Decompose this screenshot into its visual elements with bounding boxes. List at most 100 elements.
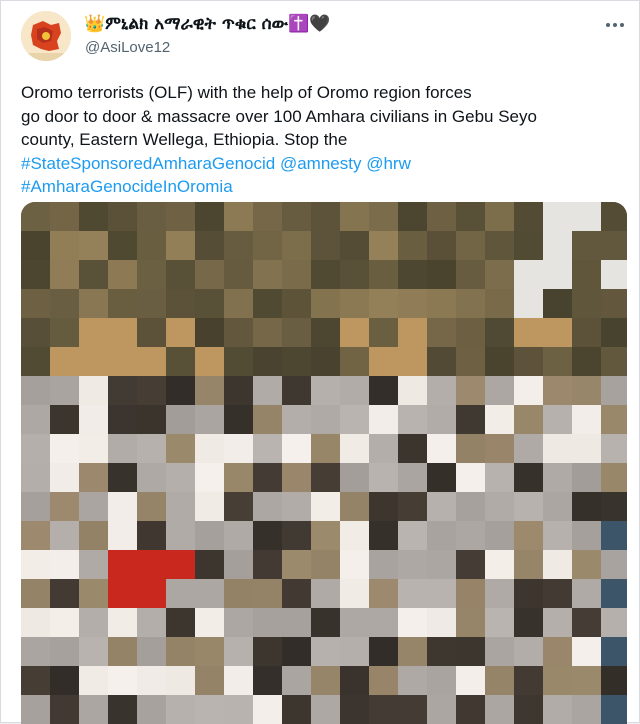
mosaic-cell xyxy=(543,695,572,724)
mosaic-cell xyxy=(166,521,195,550)
mosaic-cell xyxy=(224,550,253,579)
mosaic-cell xyxy=(50,608,79,637)
more-options-button[interactable] xyxy=(603,15,627,35)
mosaic-cell xyxy=(224,521,253,550)
mosaic-cell xyxy=(514,521,543,550)
mention-link[interactable]: @hrw xyxy=(366,154,411,173)
mosaic-cell xyxy=(398,202,427,231)
mosaic-cell xyxy=(50,376,79,405)
mosaic-cell xyxy=(253,202,282,231)
mosaic-cell xyxy=(311,608,340,637)
mosaic-cell xyxy=(79,463,108,492)
mosaic-cell xyxy=(137,463,166,492)
mosaic-cell xyxy=(195,289,224,318)
tweet-header: 👑ምኒልክ አማራዊት ጥቁር ሰው✝️🖤 @AsiLove12 xyxy=(1,1,640,71)
mosaic-cell xyxy=(166,637,195,666)
mosaic-cell xyxy=(427,579,456,608)
mosaic-cell xyxy=(601,434,627,463)
hashtag-link[interactable]: #StateSponsoredAmharaGenocid xyxy=(21,154,275,173)
username-handle[interactable]: @AsiLove12 xyxy=(85,39,170,56)
mosaic-cell xyxy=(108,405,137,434)
mosaic-cell xyxy=(340,579,369,608)
mosaic-cell xyxy=(50,289,79,318)
tweet-text: Oromo terrorists (OLF) with the help of … xyxy=(21,81,621,199)
mosaic-cell xyxy=(311,289,340,318)
mosaic-cell xyxy=(427,637,456,666)
mosaic-cell xyxy=(601,231,627,260)
mosaic-cell xyxy=(572,608,601,637)
mosaic-cell xyxy=(21,347,50,376)
mosaic-cell xyxy=(137,637,166,666)
mosaic-cell xyxy=(572,463,601,492)
mosaic-cell xyxy=(340,202,369,231)
mosaic-cell xyxy=(137,260,166,289)
mosaic-cell xyxy=(282,695,311,724)
mosaic-cell xyxy=(282,202,311,231)
mosaic-cell xyxy=(21,260,50,289)
mosaic-cell xyxy=(398,637,427,666)
mosaic-cell xyxy=(79,579,108,608)
mosaic-cell xyxy=(79,521,108,550)
mosaic-cell xyxy=(485,608,514,637)
mosaic-cell xyxy=(137,376,166,405)
mosaic-cell xyxy=(369,521,398,550)
mosaic-cell xyxy=(50,434,79,463)
mosaic-cell xyxy=(543,521,572,550)
mosaic-cell xyxy=(253,289,282,318)
mosaic-cell xyxy=(572,550,601,579)
tweet-media-image[interactable] xyxy=(21,202,627,724)
mosaic-cell xyxy=(224,231,253,260)
mosaic-cell xyxy=(311,260,340,289)
mosaic-cell xyxy=(195,521,224,550)
mosaic-cell xyxy=(282,347,311,376)
mosaic-cell xyxy=(311,521,340,550)
mosaic-cell xyxy=(50,231,79,260)
mosaic-cell xyxy=(79,695,108,724)
hashtag-link[interactable]: #AmharaGenocideInOromia xyxy=(21,177,233,196)
mosaic-cell xyxy=(427,231,456,260)
mosaic-cell xyxy=(137,231,166,260)
mosaic-cell xyxy=(50,405,79,434)
mosaic-cell xyxy=(137,695,166,724)
mosaic-cell xyxy=(166,405,195,434)
mosaic-cell xyxy=(166,550,195,579)
mosaic-cell xyxy=(282,666,311,695)
mosaic-cell xyxy=(253,550,282,579)
mosaic-cell xyxy=(108,666,137,695)
mention-link[interactable]: @amnesty xyxy=(280,154,362,173)
mosaic-cell xyxy=(166,376,195,405)
mosaic-cell xyxy=(21,492,50,521)
mosaic-cell xyxy=(108,608,137,637)
mosaic-cell xyxy=(485,434,514,463)
mosaic-cell xyxy=(456,666,485,695)
mosaic-cell xyxy=(195,347,224,376)
mosaic-cell xyxy=(224,608,253,637)
mosaic-cell xyxy=(427,405,456,434)
mosaic-cell xyxy=(601,695,627,724)
mosaic-cell xyxy=(427,260,456,289)
mosaic-cell xyxy=(601,463,627,492)
mosaic-cell xyxy=(601,579,627,608)
mosaic-cell xyxy=(340,231,369,260)
mosaic-cell xyxy=(427,521,456,550)
mosaic-cell xyxy=(456,608,485,637)
mosaic-cell xyxy=(137,608,166,637)
mosaic-cell xyxy=(543,608,572,637)
mosaic-cell xyxy=(543,202,572,231)
avatar[interactable] xyxy=(21,11,71,61)
mosaic-cell xyxy=(137,550,166,579)
mosaic-cell xyxy=(543,492,572,521)
mosaic-cell xyxy=(398,376,427,405)
mosaic-cell xyxy=(514,289,543,318)
mosaic-cell xyxy=(456,550,485,579)
mosaic-cell xyxy=(485,579,514,608)
mosaic-cell xyxy=(50,637,79,666)
mosaic-cell xyxy=(456,347,485,376)
mosaic-cell xyxy=(282,318,311,347)
mosaic-cell xyxy=(166,579,195,608)
display-name[interactable]: 👑ምኒልክ አማራዊት ጥቁር ሰው✝️🖤 xyxy=(84,14,330,34)
mosaic-cell xyxy=(21,550,50,579)
mosaic-cell xyxy=(427,695,456,724)
mosaic-cell xyxy=(456,405,485,434)
mosaic-cell xyxy=(311,492,340,521)
